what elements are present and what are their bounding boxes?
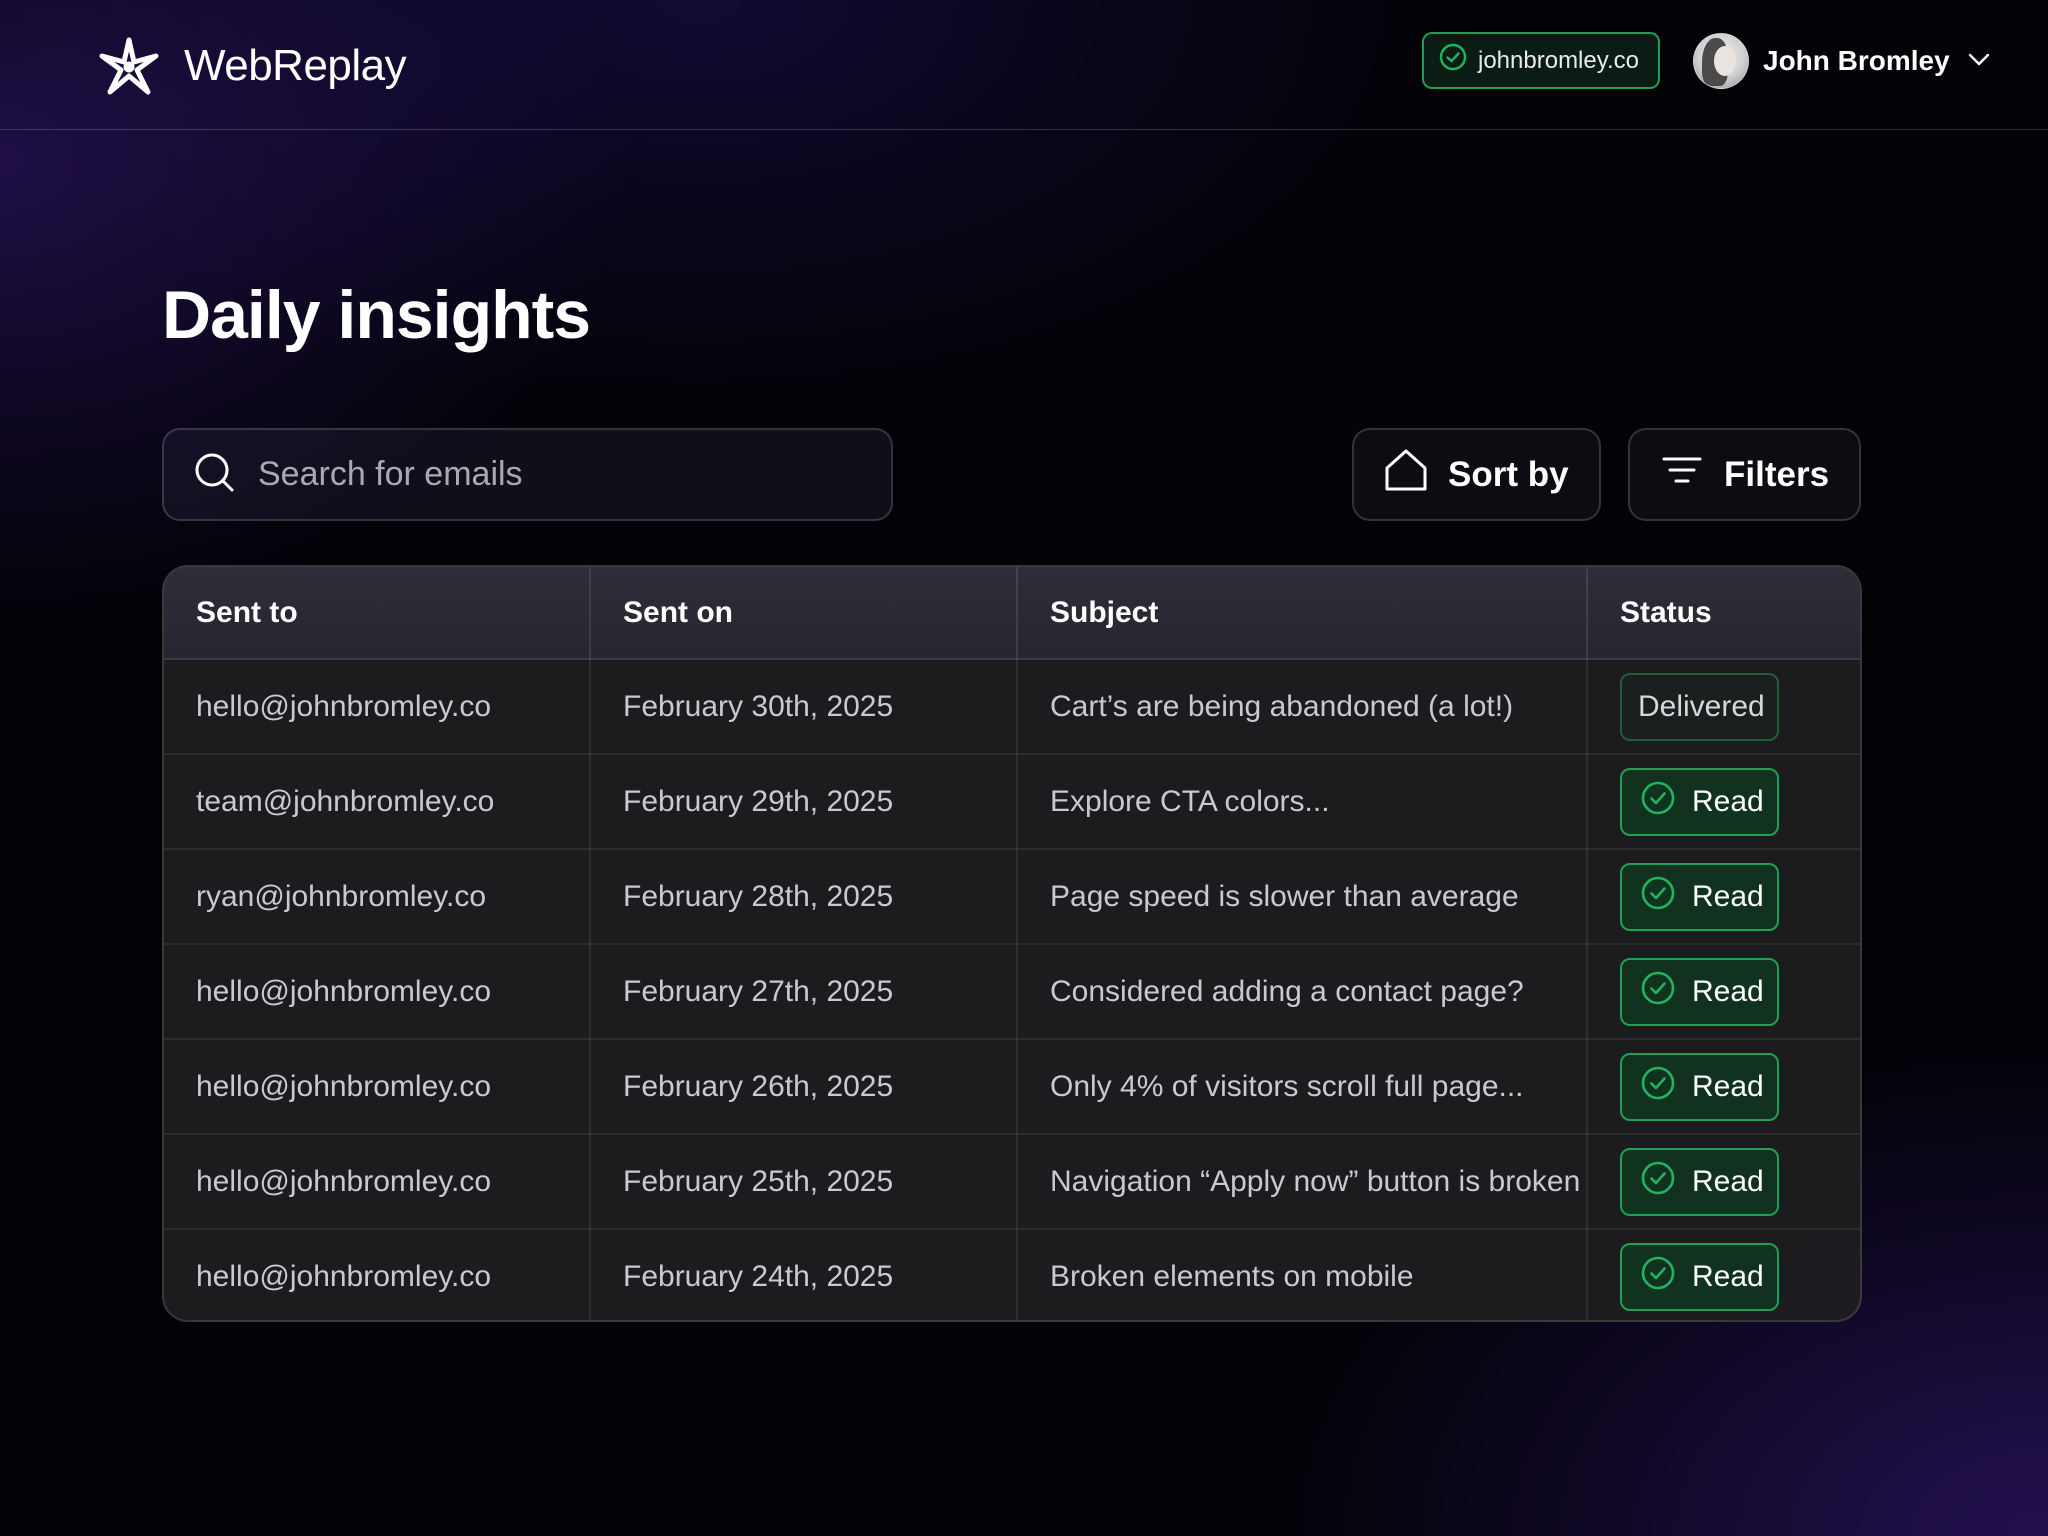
top-navigation-bar: WebReplay johnbromley.co John Bromley <box>0 0 2048 130</box>
check-circle-icon <box>1438 42 1468 79</box>
brand[interactable]: WebReplay <box>96 34 407 98</box>
cell-sent-to: hello@johnbromley.co <box>164 944 591 1040</box>
cell-sent-on: February 29th, 2025 <box>590 754 1018 850</box>
chevron-down-icon <box>1964 44 1994 79</box>
sort-by-button[interactable]: Sort by <box>1352 428 1601 521</box>
table-row[interactable]: hello@johnbromley.co February 25th, 2025… <box>164 1134 1860 1230</box>
domain-selector[interactable]: johnbromley.co <box>1422 32 1660 89</box>
status-badge: Delivered <box>1620 672 1779 741</box>
cell-subject: Navigation “Apply now” button is broken <box>1017 1134 1588 1230</box>
cell-sent-on: February 28th, 2025 <box>590 849 1018 945</box>
status-badge: Read <box>1620 1147 1779 1216</box>
cell-subject: Cart’s are being abandoned (a lot!) <box>1017 659 1588 755</box>
cell-sent-on: February 26th, 2025 <box>590 1039 1018 1135</box>
cell-sent-to: hello@johnbromley.co <box>164 1229 591 1320</box>
status-label: Read <box>1692 1164 1764 1198</box>
status-badge: Read <box>1620 767 1779 836</box>
insights-table: Sent to Sent on Subject Status hello@joh… <box>162 565 1862 1322</box>
cell-sent-to: hello@johnbromley.co <box>164 1039 591 1135</box>
check-circle-icon <box>1640 970 1676 1014</box>
cell-subject: Page speed is slower than average <box>1017 849 1588 945</box>
cell-sent-to: ryan@johnbromley.co <box>164 849 591 945</box>
status-label: Read <box>1692 1260 1764 1293</box>
table-row[interactable]: hello@johnbromley.co February 30th, 2025… <box>164 659 1860 755</box>
table-row[interactable]: team@johnbromley.co February 29th, 2025 … <box>164 754 1860 850</box>
status-badge: Read <box>1620 957 1779 1026</box>
check-circle-icon <box>1640 1255 1676 1299</box>
cell-sent-to: hello@johnbromley.co <box>164 659 591 755</box>
cell-status: Delivered <box>1587 659 1860 755</box>
brand-name: WebReplay <box>184 41 407 90</box>
cell-sent-on: February 27th, 2025 <box>590 944 1018 1040</box>
avatar <box>1693 33 1749 89</box>
page-title: Daily insights <box>162 277 591 353</box>
status-label: Read <box>1692 879 1764 913</box>
cell-sent-to: hello@johnbromley.co <box>164 1134 591 1230</box>
column-header-sent-to[interactable]: Sent to <box>164 567 591 660</box>
column-header-status[interactable]: Status <box>1587 567 1860 660</box>
status-label: Read <box>1692 1069 1764 1103</box>
status-badge: Read <box>1620 1243 1779 1311</box>
status-badge: Read <box>1620 1052 1779 1121</box>
cell-status: Read <box>1587 849 1860 945</box>
cell-status: Read <box>1587 1039 1860 1135</box>
table-row[interactable]: hello@johnbromley.co February 27th, 2025… <box>164 944 1860 1040</box>
cell-subject: Broken elements on mobile <box>1017 1229 1588 1320</box>
column-header-subject[interactable]: Subject <box>1017 567 1588 660</box>
cell-status: Read <box>1587 1229 1860 1320</box>
user-menu[interactable]: John Bromley <box>1693 32 1994 90</box>
domain-label: johnbromley.co <box>1478 46 1639 74</box>
sort-by-label: Sort by <box>1448 454 1569 494</box>
cell-sent-on: February 24th, 2025 <box>590 1229 1018 1320</box>
table-header-row: Sent to Sent on Subject Status <box>164 567 1860 660</box>
status-label: Read <box>1692 974 1764 1008</box>
search-icon <box>192 450 236 499</box>
cell-status: Read <box>1587 754 1860 850</box>
cell-subject: Considered adding a contact page? <box>1017 944 1588 1040</box>
asterisk-logo-icon <box>96 34 162 98</box>
table-row[interactable]: hello@johnbromley.co February 24th, 2025… <box>164 1229 1860 1320</box>
search-input[interactable] <box>258 455 858 494</box>
cell-subject: Explore CTA colors... <box>1017 754 1588 850</box>
status-label: Delivered <box>1638 689 1765 723</box>
filter-lines-icon <box>1658 446 1706 503</box>
home-icon <box>1382 446 1430 503</box>
cell-subject: Only 4% of visitors scroll full page... <box>1017 1039 1588 1135</box>
user-name: John Bromley <box>1763 45 1950 76</box>
filters-label: Filters <box>1724 454 1830 494</box>
filters-button[interactable]: Filters <box>1628 428 1861 521</box>
search-box[interactable] <box>162 428 893 521</box>
cell-sent-to: team@johnbromley.co <box>164 754 591 850</box>
column-header-sent-on[interactable]: Sent on <box>590 567 1018 660</box>
check-circle-icon <box>1640 780 1676 824</box>
table-row[interactable]: ryan@johnbromley.co February 28th, 2025 … <box>164 849 1860 945</box>
status-label: Read <box>1692 784 1764 818</box>
table-row[interactable]: hello@johnbromley.co February 26th, 2025… <box>164 1039 1860 1135</box>
cell-status: Read <box>1587 944 1860 1040</box>
cell-status: Read <box>1587 1134 1860 1230</box>
status-badge: Read <box>1620 862 1779 931</box>
cell-sent-on: February 30th, 2025 <box>590 659 1018 755</box>
check-circle-icon <box>1640 1160 1676 1204</box>
cell-sent-on: February 25th, 2025 <box>590 1134 1018 1230</box>
check-circle-icon <box>1640 1065 1676 1109</box>
check-circle-icon <box>1640 875 1676 919</box>
